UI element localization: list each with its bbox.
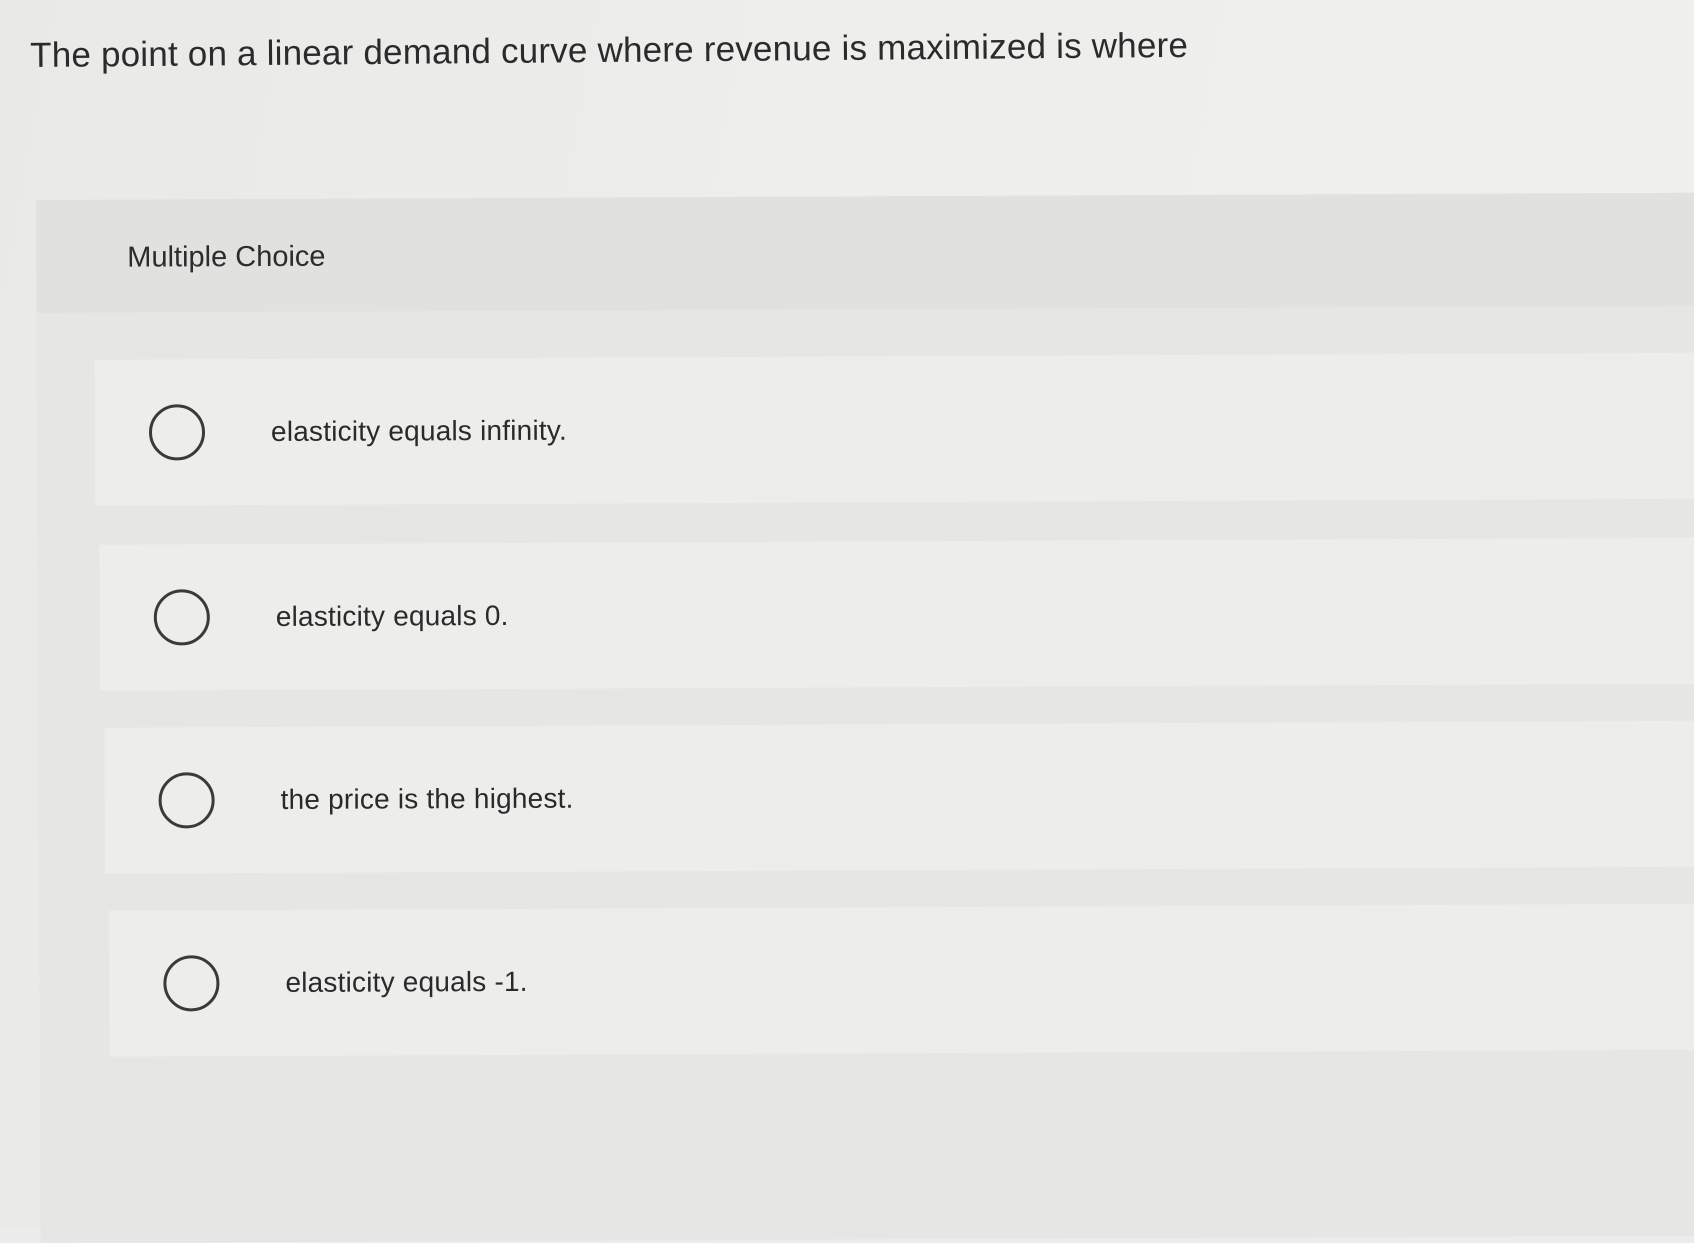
multiple-choice-label: Multiple Choice bbox=[127, 240, 326, 274]
radio-button-icon[interactable] bbox=[158, 772, 215, 829]
choice-label: elasticity equals 0. bbox=[275, 599, 509, 632]
multiple-choice-panel: Multiple Choice elasticity equals infini… bbox=[36, 192, 1694, 1243]
choice-label: elasticity equals infinity. bbox=[270, 414, 567, 447]
choice-label: elasticity equals -1. bbox=[285, 965, 528, 998]
radio-button-icon[interactable] bbox=[148, 404, 206, 461]
choice-option-2[interactable]: elasticity equals 0. bbox=[99, 537, 1694, 691]
radio-button-icon[interactable] bbox=[153, 589, 210, 646]
choice-option-1[interactable]: elasticity equals infinity. bbox=[94, 352, 1694, 506]
choice-option-4[interactable]: elasticity equals -1. bbox=[109, 903, 1694, 1057]
question-text: The point on a linear demand curve where… bbox=[30, 25, 1189, 75]
choices-list: elasticity equals infinity. elasticity e… bbox=[36, 305, 1694, 1243]
choice-option-3[interactable]: the price is the highest. bbox=[104, 720, 1694, 874]
choice-label: the price is the highest. bbox=[280, 782, 574, 815]
page: The point on a linear demand curve where… bbox=[0, 0, 1694, 1243]
multiple-choice-header: Multiple Choice bbox=[36, 192, 1694, 313]
radio-button-icon[interactable] bbox=[163, 955, 220, 1012]
